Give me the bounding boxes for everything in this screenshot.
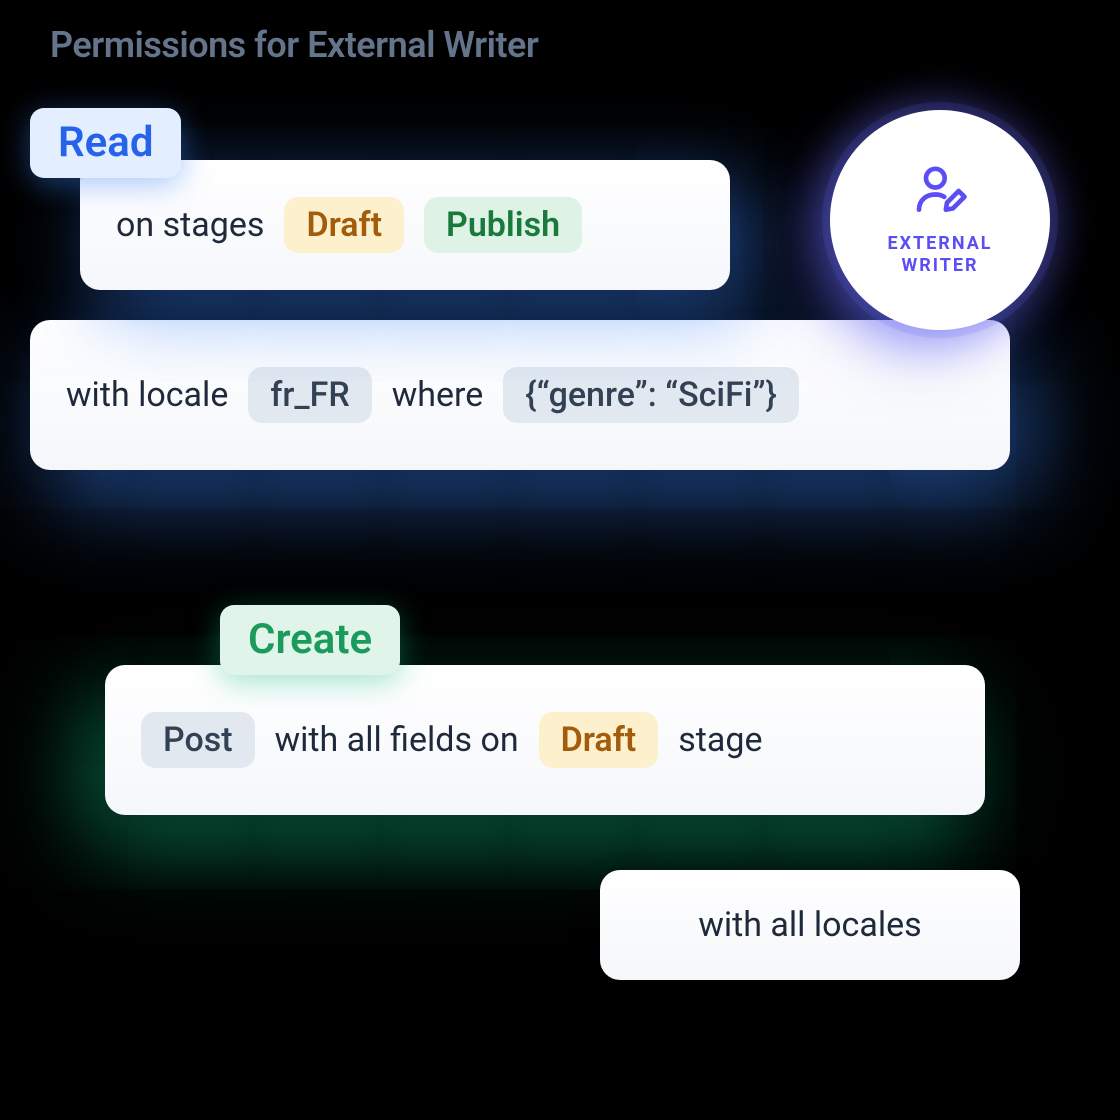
stages-label: on stages <box>116 205 264 245</box>
read-stages-card: on stages Draft Publish <box>80 160 730 290</box>
stage-suffix: stage <box>678 720 762 760</box>
badge-line2: WRITER <box>887 255 992 278</box>
user-edit-icon <box>912 163 968 219</box>
locale-value-tag: fr_FR <box>248 367 371 424</box>
create-permission-chip: Create <box>220 605 400 675</box>
create-stage-draft-tag: Draft <box>539 712 659 769</box>
read-conditions-card: with locale fr_FR where {“genre”: “SciFi… <box>30 320 1010 470</box>
badge-line1: EXTERNAL <box>887 233 992 256</box>
locale-label: with locale <box>66 375 228 415</box>
role-badge: EXTERNAL WRITER <box>830 110 1050 330</box>
page-title: Permissions for External Writer <box>50 24 538 66</box>
locales-label: with all locales <box>698 905 921 945</box>
create-card: Post with all fields on Draft stage <box>105 665 985 815</box>
stage-publish-tag: Publish <box>424 197 582 254</box>
stage-draft-tag: Draft <box>284 197 404 254</box>
create-locales-card: with all locales <box>600 870 1020 980</box>
where-label: where <box>392 375 484 415</box>
read-permission-chip: Read <box>30 108 181 178</box>
where-value-tag: {“genre”: “SciFi”} <box>503 367 799 424</box>
fields-label: with all fields on <box>275 720 519 760</box>
model-post-tag: Post <box>141 712 255 769</box>
